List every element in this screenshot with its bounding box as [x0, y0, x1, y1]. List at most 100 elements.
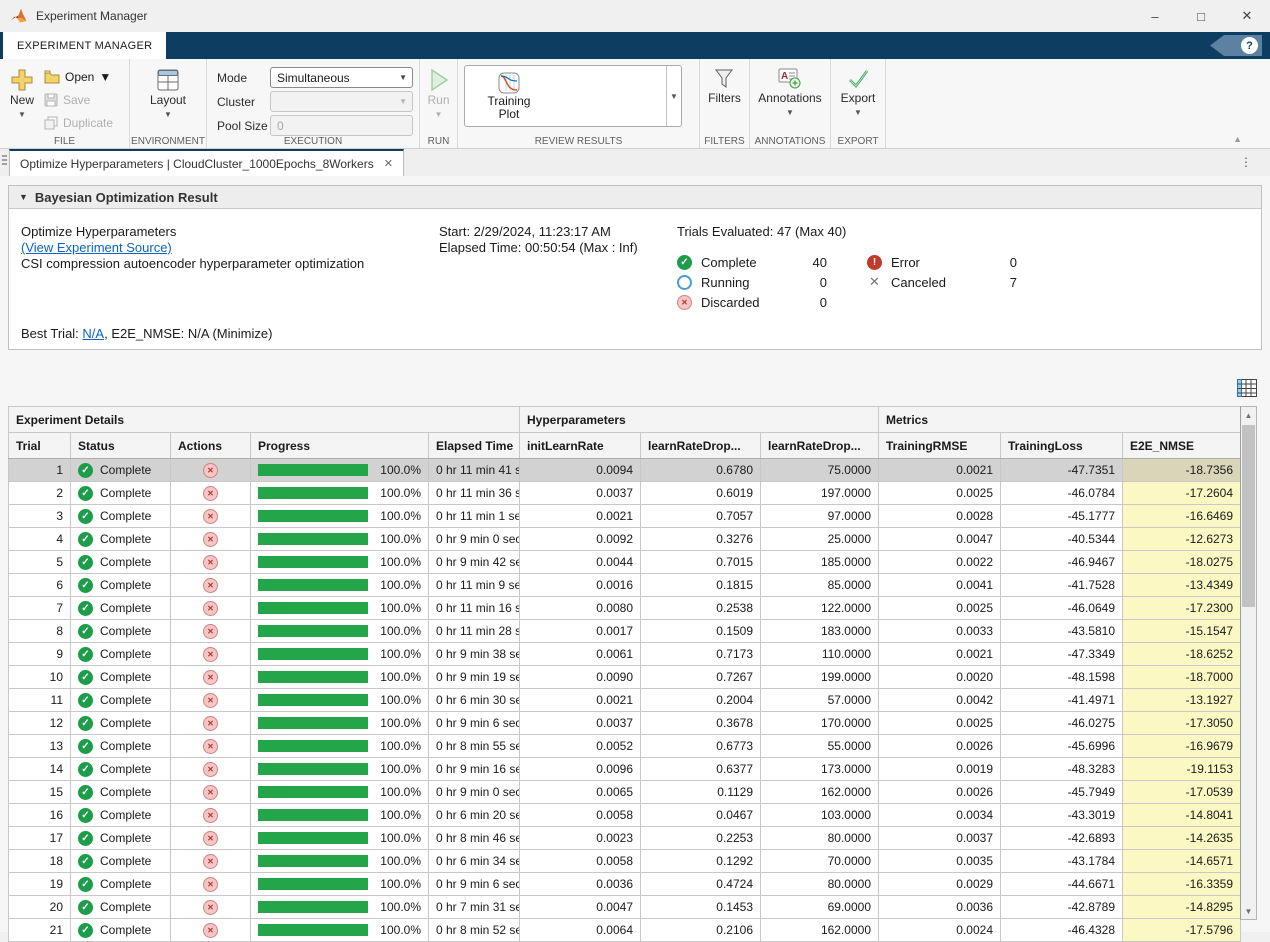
cell-initLearnRate: 0.0090 [520, 666, 641, 689]
cell-trainingRMSE: 0.0026 [879, 781, 1001, 804]
column-header-initlearnrate[interactable]: initLearnRate [520, 433, 641, 459]
vertical-scrollbar[interactable]: ▲ ▼ [1240, 406, 1257, 920]
training-plot-button[interactable]: Training Plot [465, 66, 553, 126]
tab-close-icon[interactable]: ✕ [384, 157, 393, 170]
cell-elapsed: 0 hr 8 min 52 sec [429, 919, 520, 942]
column-header-trainingrmse[interactable]: TrainingRMSE [879, 433, 1001, 459]
cell-trial: 5 [9, 551, 71, 574]
discard-trial-icon[interactable] [203, 762, 218, 777]
panel-header[interactable]: ▼ Bayesian Optimization Result [9, 186, 1261, 209]
cell-actions [171, 574, 251, 597]
cell-status: Complete [71, 459, 171, 482]
trials-table: Experiment DetailsHyperparametersMetrics… [8, 406, 1241, 942]
discard-trial-icon[interactable] [203, 578, 218, 593]
discard-trial-icon[interactable] [203, 877, 218, 892]
scroll-up-icon[interactable]: ▲ [1241, 407, 1256, 423]
discard-trial-icon[interactable] [203, 670, 218, 685]
table-row[interactable]: 15Complete100.0%0 hr 9 min 0 sec0.00650.… [9, 781, 1241, 804]
discard-trial-icon[interactable] [203, 601, 218, 616]
minimize-button[interactable]: – [1132, 0, 1178, 32]
discard-trial-icon[interactable] [203, 716, 218, 731]
discard-trial-icon[interactable] [203, 647, 218, 662]
table-row[interactable]: 18Complete100.0%0 hr 6 min 34 sec0.00580… [9, 850, 1241, 873]
discard-trial-icon[interactable] [203, 900, 218, 915]
scrollbar-thumb[interactable] [1242, 425, 1255, 607]
discard-trial-icon[interactable] [203, 923, 218, 938]
annotations-button[interactable]: A Annotations ▼ [758, 59, 821, 134]
cell-e2e: -18.7356 [1123, 459, 1241, 482]
column-header-learnratedrop-[interactable]: learnRateDrop... [761, 433, 879, 459]
ribbon-tab-experiment-manager[interactable]: EXPERIMENT MANAGER [3, 32, 166, 59]
close-button[interactable]: ✕ [1224, 0, 1270, 32]
cell-progress: 100.0% [251, 827, 429, 850]
table-row[interactable]: 1Complete100.0%0 hr 11 min 41 sec0.00940… [9, 459, 1241, 482]
layout-button[interactable]: Layout ▼ [150, 59, 186, 134]
cell-lrDropFactor: 0.3276 [641, 528, 761, 551]
discard-trial-icon[interactable] [203, 555, 218, 570]
table-row[interactable]: 13Complete100.0%0 hr 8 min 55 sec0.00520… [9, 735, 1241, 758]
filters-button[interactable]: Filters [708, 59, 741, 134]
table-row[interactable]: 11Complete100.0%0 hr 6 min 30 sec0.00210… [9, 689, 1241, 712]
table-row[interactable]: 19Complete100.0%0 hr 9 min 6 sec0.00360.… [9, 873, 1241, 896]
discard-trial-icon[interactable] [203, 808, 218, 823]
column-header-learnratedrop-[interactable]: learnRateDrop... [641, 433, 761, 459]
column-header-status[interactable]: Status [71, 433, 171, 459]
tab-strip-grip-icon[interactable] [2, 155, 7, 157]
table-row[interactable]: 5Complete100.0%0 hr 9 min 42 sec0.00440.… [9, 551, 1241, 574]
discard-trial-icon[interactable] [203, 739, 218, 754]
status-complete-row: Complete 40 [677, 252, 827, 272]
table-row[interactable]: 10Complete100.0%0 hr 9 min 19 sec0.00900… [9, 666, 1241, 689]
column-header-elapsed-time[interactable]: Elapsed Time [429, 433, 520, 459]
column-header-trial[interactable]: Trial [9, 433, 71, 459]
table-row[interactable]: 21Complete100.0%0 hr 8 min 52 sec0.00640… [9, 919, 1241, 942]
table-row[interactable]: 20Complete100.0%0 hr 7 min 31 sec0.00470… [9, 896, 1241, 919]
document-tab[interactable]: Optimize Hyperparameters | CloudCluster_… [9, 149, 404, 176]
cell-trainingLoss: -46.4328 [1001, 919, 1123, 942]
cell-lrDropFactor: 0.3678 [641, 712, 761, 735]
discard-trial-icon[interactable] [203, 486, 218, 501]
table-row[interactable]: 4Complete100.0%0 hr 9 min 0 sec0.00920.3… [9, 528, 1241, 551]
table-row[interactable]: 3Complete100.0%0 hr 11 min 1 sec0.00210.… [9, 505, 1241, 528]
export-button[interactable]: Export ▼ [841, 59, 876, 134]
cell-elapsed: 0 hr 11 min 16 sec [429, 597, 520, 620]
discard-trial-icon[interactable] [203, 854, 218, 869]
view-experiment-source-link[interactable]: (View Experiment Source) [21, 240, 172, 255]
discard-trial-icon[interactable] [203, 463, 218, 478]
cell-trainingRMSE: 0.0028 [879, 505, 1001, 528]
maximize-button[interactable]: □ [1178, 0, 1224, 32]
cell-status: Complete [71, 919, 171, 942]
mode-dropdown[interactable]: Simultaneous ▼ [270, 67, 413, 88]
best-trial-link[interactable]: N/A [82, 326, 104, 341]
cell-lrDropFactor: 0.6780 [641, 459, 761, 482]
table-row[interactable]: 16Complete100.0%0 hr 6 min 20 sec0.00580… [9, 804, 1241, 827]
table-row[interactable]: 2Complete100.0%0 hr 11 min 36 sec0.00370… [9, 482, 1241, 505]
cell-lrDropPeriod: 57.0000 [761, 689, 879, 712]
discard-trial-icon[interactable] [203, 693, 218, 708]
help-button[interactable]: ? [1210, 35, 1262, 56]
open-button[interactable]: Open ▼ [44, 65, 113, 88]
table-row[interactable]: 12Complete100.0%0 hr 9 min 6 sec0.00370.… [9, 712, 1241, 735]
cell-actions [171, 850, 251, 873]
complete-icon [78, 762, 93, 777]
discard-trial-icon[interactable] [203, 532, 218, 547]
table-row[interactable]: 17Complete100.0%0 hr 8 min 46 sec0.00230… [9, 827, 1241, 850]
tab-options-icon[interactable]: ⋮ [1240, 155, 1252, 169]
column-header-actions[interactable]: Actions [171, 433, 251, 459]
table-row[interactable]: 6Complete100.0%0 hr 11 min 9 sec0.00160.… [9, 574, 1241, 597]
table-row[interactable]: 9Complete100.0%0 hr 9 min 38 sec0.00610.… [9, 643, 1241, 666]
discard-trial-icon[interactable] [203, 624, 218, 639]
table-row[interactable]: 7Complete100.0%0 hr 11 min 16 sec0.00800… [9, 597, 1241, 620]
discard-trial-icon[interactable] [203, 785, 218, 800]
collapse-ribbon-icon[interactable]: ▲ [1233, 134, 1242, 144]
table-row[interactable]: 8Complete100.0%0 hr 11 min 28 sec0.00170… [9, 620, 1241, 643]
table-row[interactable]: 14Complete100.0%0 hr 9 min 16 sec0.00960… [9, 758, 1241, 781]
column-header-progress[interactable]: Progress [251, 433, 429, 459]
table-view-button[interactable] [1235, 377, 1259, 399]
scroll-down-icon[interactable]: ▼ [1241, 903, 1256, 919]
gallery-expand-button[interactable]: ▼ [666, 66, 681, 126]
new-button[interactable]: New ▼ [0, 59, 44, 134]
discard-trial-icon[interactable] [203, 831, 218, 846]
discard-trial-icon[interactable] [203, 509, 218, 524]
column-header-trainingloss[interactable]: TrainingLoss [1001, 433, 1123, 459]
column-header-e2e-nmse[interactable]: E2E_NMSE [1123, 433, 1241, 459]
